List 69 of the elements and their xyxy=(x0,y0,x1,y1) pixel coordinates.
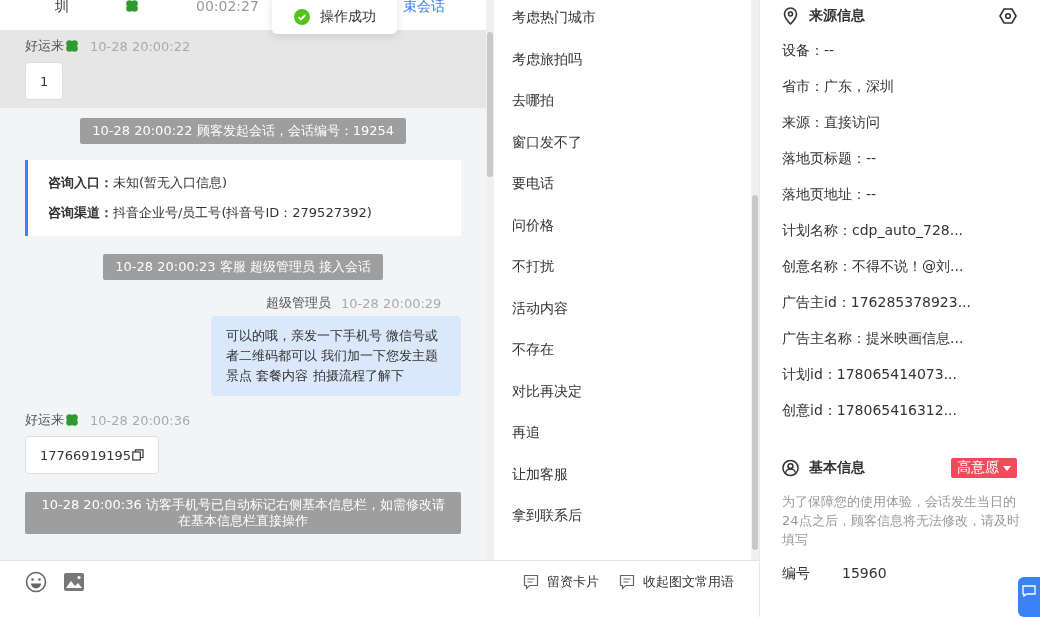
source-field: 计划id：178065414073... xyxy=(782,356,1020,392)
source-field: 来源：直接访问 xyxy=(782,104,1020,140)
toolbar-button[interactable]: 留资卡片 xyxy=(523,571,599,593)
source-field: 创意名称：不得不说！@刘... xyxy=(782,248,1020,284)
scrollbar-thumb[interactable] xyxy=(487,32,494,177)
toolbar-button[interactable]: 收起图文常用语 xyxy=(619,571,734,593)
system-notice: 10-28 20:00:36 访客手机号已自动标记右侧基本信息栏，如需修改请在基本信息栏直接操作 xyxy=(25,492,462,534)
location-pin-icon xyxy=(782,7,799,25)
quick-reply-item[interactable]: 不打扰 xyxy=(494,252,751,294)
message-icon xyxy=(523,574,539,590)
quick-reply-item[interactable]: 活动内容 xyxy=(494,293,751,335)
quick-reply-item[interactable]: 考虑热门城市 xyxy=(494,3,751,45)
message-time: 10-28 20:00:36 xyxy=(90,412,191,428)
sender-name: 好运来 xyxy=(25,37,64,55)
system-notice: 10-28 20:00:23 客服 超级管理员 接入会话 xyxy=(103,254,384,280)
check-circle-icon xyxy=(293,9,310,25)
source-field: 设备：-- xyxy=(782,32,1020,68)
message-time: 10-28 20:00:29 xyxy=(341,295,442,311)
source-field: 省市：广东，深圳 xyxy=(782,68,1020,104)
image-icon[interactable] xyxy=(63,571,85,593)
source-field: 计划名称：cdp_auto_728... xyxy=(782,212,1020,248)
message-icon xyxy=(619,574,635,590)
message-text: 1 xyxy=(40,73,49,89)
quick-reply-item[interactable]: 要电话 xyxy=(494,169,751,211)
field-label: 编号 xyxy=(782,565,811,583)
system-notice: 10-28 20:00:22 顾客发起会话，会话编号：19254 xyxy=(80,118,407,144)
visitor-city: 圳 xyxy=(55,0,69,16)
source-field: 落地页标题：-- xyxy=(782,140,1020,176)
message-text: 17766919195 xyxy=(40,447,131,463)
toast-text: 操作成功 xyxy=(319,8,376,26)
source-field: 广告主名称：提米映画信息... xyxy=(782,320,1020,356)
chat-icon xyxy=(1022,585,1036,597)
quick-reply-item[interactable]: 考虑旅拍吗 xyxy=(494,44,751,86)
clover-icon xyxy=(64,38,80,54)
field-label: 咨询渠道： xyxy=(48,205,113,220)
intent-dropdown[interactable]: 高意愿 xyxy=(951,458,1017,478)
end-session-link[interactable]: 束会话 xyxy=(402,0,445,16)
notice-text: 为了保障您的使用体验，会话发生当日的24点之后，顾客信息将无法修改，请及时填写 xyxy=(782,493,1020,549)
sender-name: 超级管理员 xyxy=(266,294,332,312)
source-field: 落地页地址：-- xyxy=(782,176,1020,212)
quick-reply-item[interactable]: 再追 xyxy=(494,418,751,460)
scrollbar-thumb[interactable] xyxy=(752,195,758,550)
quick-reply-item[interactable]: 窗口发不了 xyxy=(494,127,751,169)
message-time: 10-28 20:00:22 xyxy=(90,38,191,54)
section-title: 基本信息 xyxy=(809,459,865,477)
source-field: 广告主id：176285378923... xyxy=(782,284,1020,320)
quick-reply-item[interactable]: 不存在 xyxy=(494,335,751,377)
quick-reply-item[interactable]: 问价格 xyxy=(494,210,751,252)
field-label: 咨询入口： xyxy=(48,175,113,190)
chat-float-button[interactable] xyxy=(1018,577,1040,617)
clover-icon xyxy=(124,0,140,14)
field-value: 未知(暂无入口信息) xyxy=(113,175,228,190)
message-bubble: 可以的哦，亲发一下手机号 微信号或者二维码都可以 我们加一下您发主题景点 套餐内容 拍摄流程了解下 xyxy=(211,316,462,396)
quick-reply-item[interactable]: 对比再决定 xyxy=(494,376,751,418)
copy-icon[interactable] xyxy=(132,449,144,461)
section-title: 来源信息 xyxy=(809,7,865,25)
field-value: 15960 xyxy=(842,565,887,581)
quick-reply-item[interactable]: 让加客服 xyxy=(494,459,751,501)
field-value: 抖音企业号/员工号(抖音号ID：279527392) xyxy=(113,205,372,220)
clover-icon xyxy=(64,412,80,428)
user-icon xyxy=(782,459,799,477)
quick-reply-item[interactable]: 去哪拍 xyxy=(494,86,751,128)
caret-icon xyxy=(1003,465,1011,471)
sender-name: 好运来 xyxy=(25,411,64,429)
settings-icon[interactable] xyxy=(999,7,1017,25)
quick-reply-item[interactable]: 拿到联系后 xyxy=(494,501,751,543)
source-field: 创意id：178065416312... xyxy=(782,392,1020,428)
emoji-icon[interactable] xyxy=(25,571,47,593)
session-duration: 00:02:27 xyxy=(196,0,259,16)
